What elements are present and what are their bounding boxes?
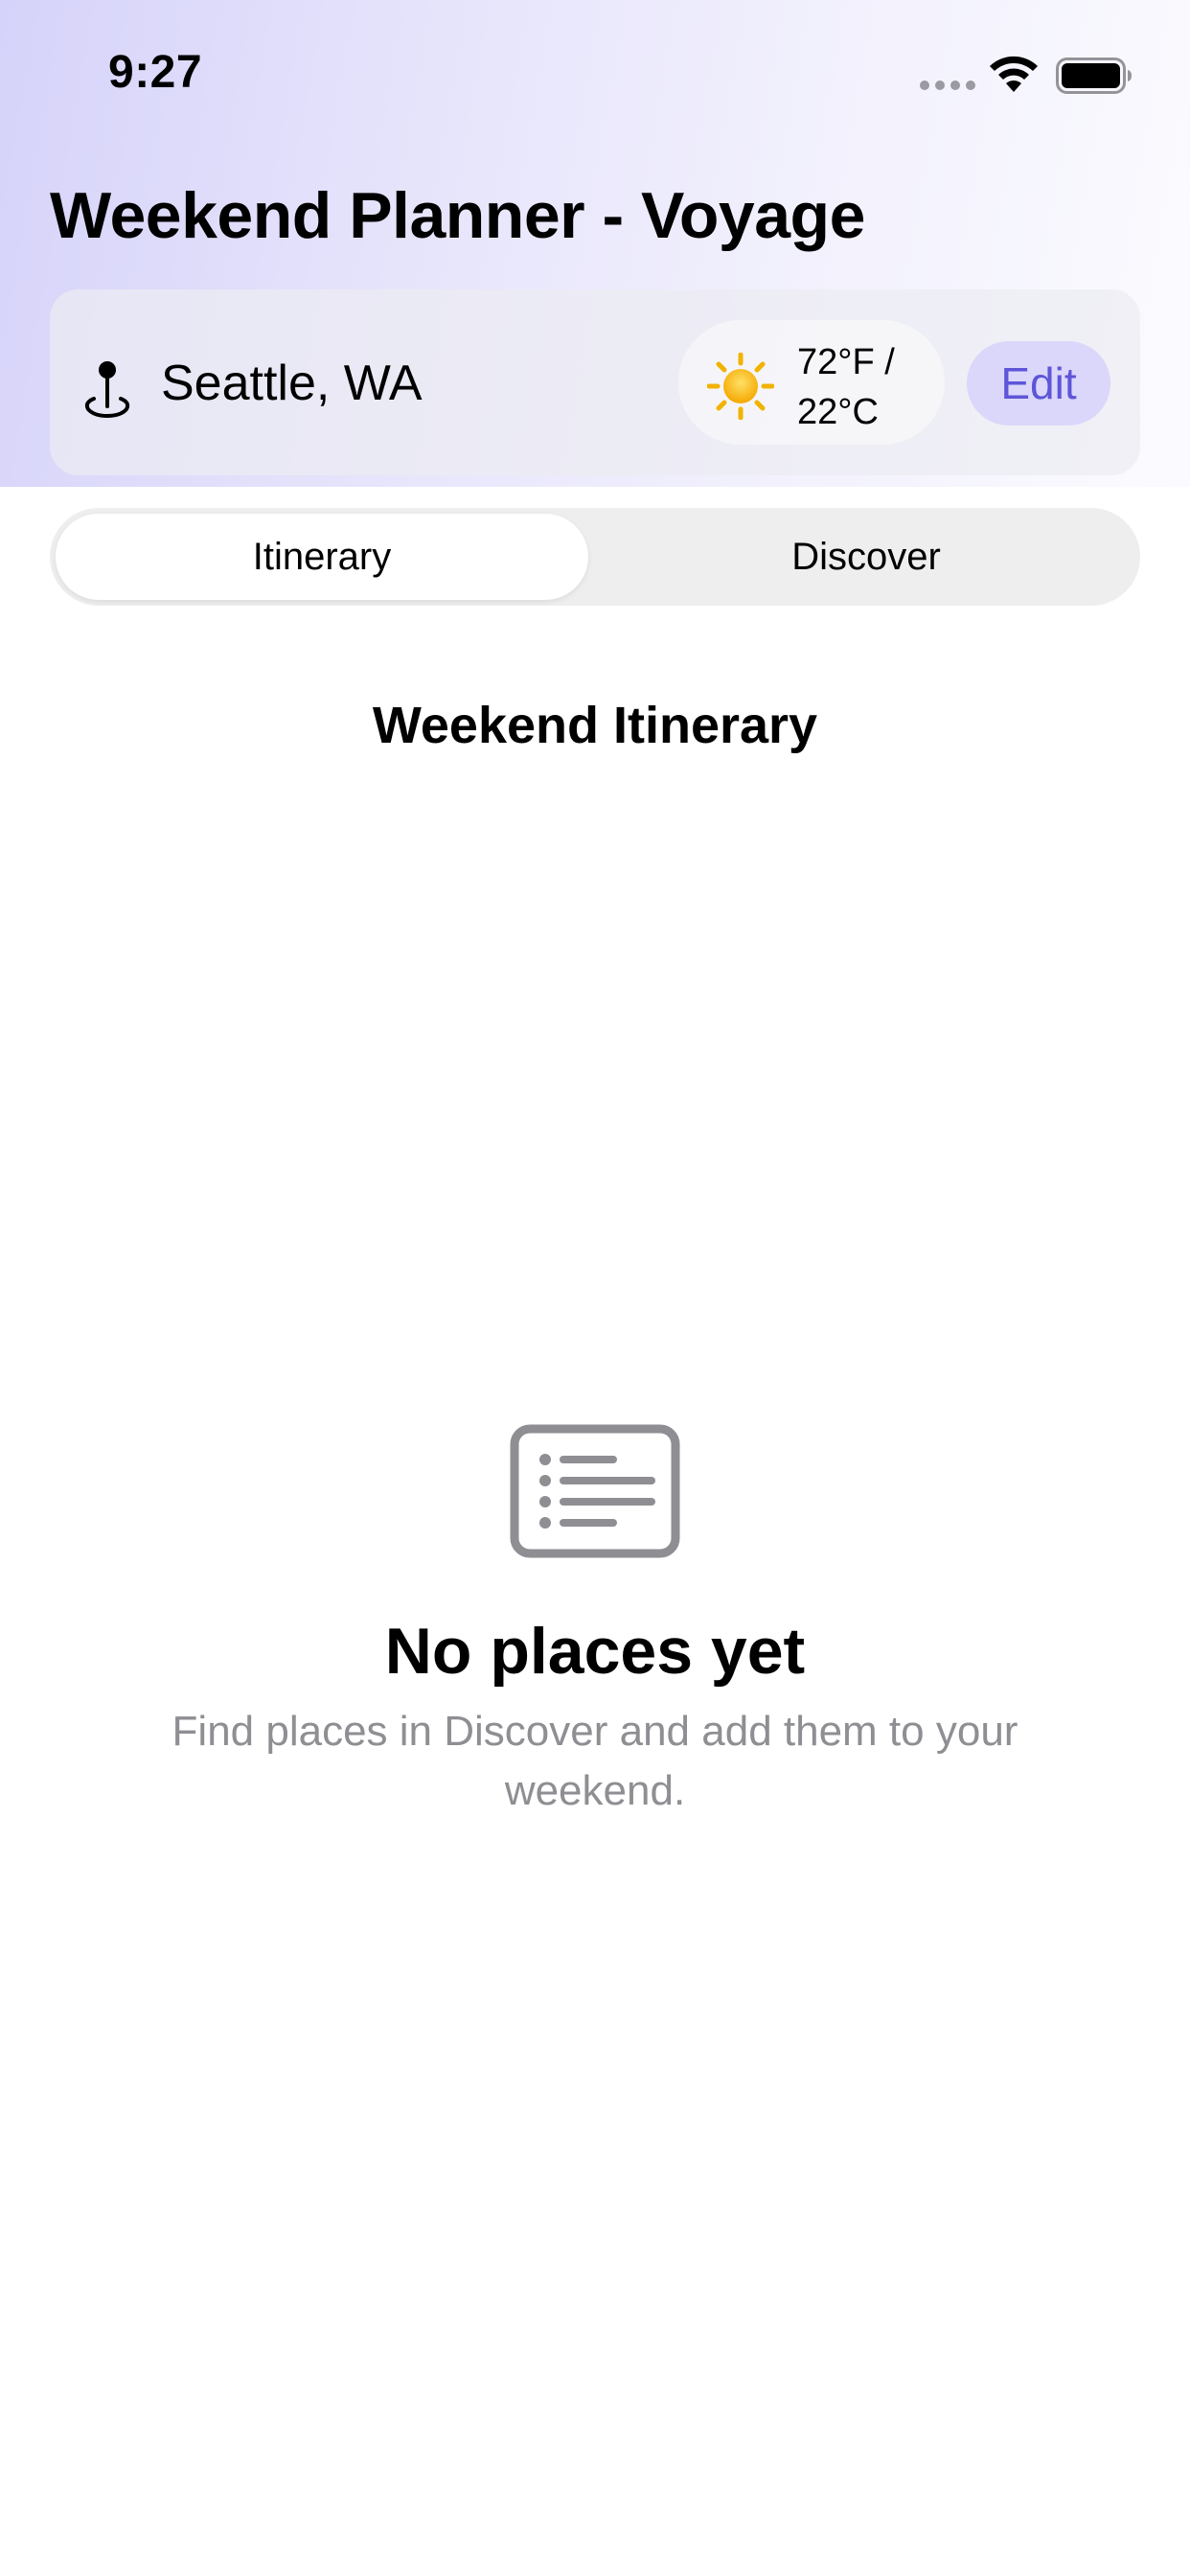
weather-temp-celsius: 22°C	[797, 392, 879, 432]
tab-discover[interactable]: Discover	[598, 508, 1134, 606]
signal-dots-icon	[920, 80, 975, 90]
map-pin-icon	[84, 361, 130, 418]
empty-state-title: No places yet	[384, 1615, 806, 1688]
section-title: Weekend Itinerary	[372, 697, 818, 754]
weather-temperature: 72°F / 22°C	[797, 337, 941, 437]
list-icon	[510, 1424, 680, 1558]
location-name: Seattle, WA	[161, 356, 423, 411]
status-bar-time: 9:27	[108, 47, 203, 98]
segmented-control: Itinerary Discover	[50, 508, 1140, 606]
edit-location-button[interactable]: Edit	[967, 341, 1110, 426]
page-title: Weekend Planner - Voyage	[50, 179, 865, 252]
wifi-icon	[990, 56, 1038, 92]
weather-temp-fahrenheit: 72°F /	[797, 342, 895, 382]
empty-state-subtitle: Find places in Discover and add them to …	[172, 1708, 1018, 1814]
tab-itinerary[interactable]: Itinerary	[56, 508, 588, 606]
sun-icon	[707, 353, 774, 420]
weather-pill: 72°F / 22°C	[678, 320, 945, 445]
location-card: Seattle, WA 72°F / 22°C Edit	[50, 289, 1140, 475]
battery-icon	[1056, 58, 1132, 94]
